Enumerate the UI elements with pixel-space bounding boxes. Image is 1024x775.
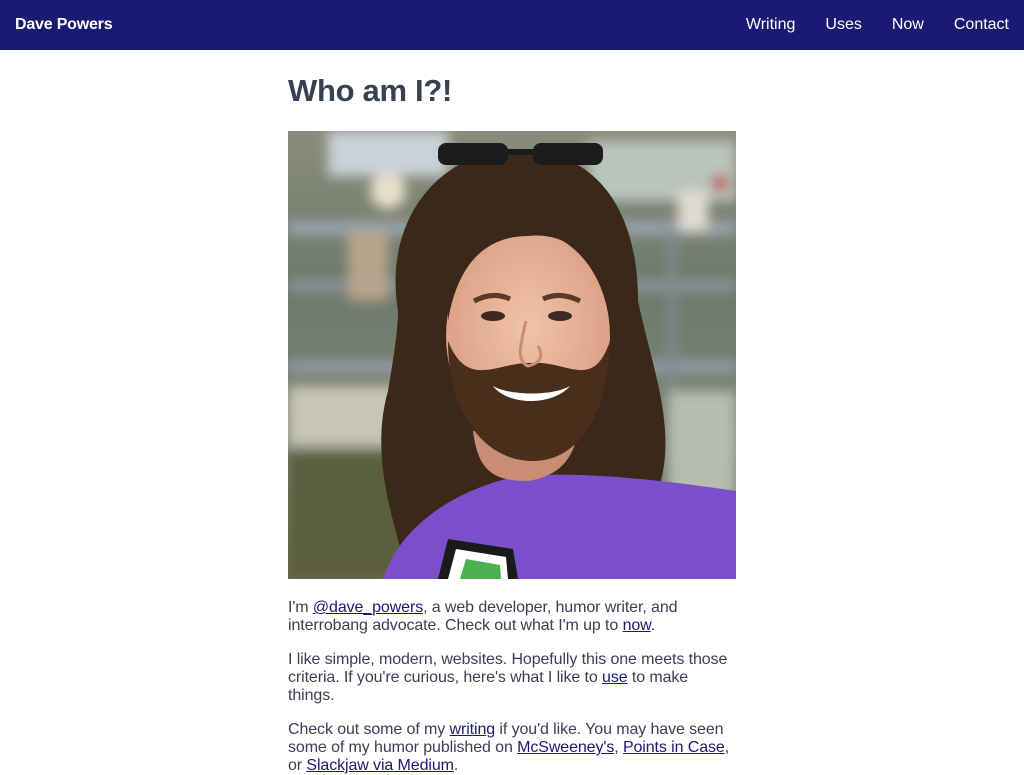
top-navbar: Dave Powers Writing Uses Now Contact [0, 0, 1024, 50]
websites-paragraph: I like simple, modern, websites. Hopeful… [288, 651, 736, 705]
site-brand-link[interactable]: Dave Powers [15, 16, 113, 34]
intro-paragraph: I'm @dave_powers, a web developer, humor… [288, 599, 736, 635]
writing-text: , [614, 739, 623, 756]
nav-link-now[interactable]: Now [892, 16, 924, 34]
nav-link-uses[interactable]: Uses [825, 16, 861, 34]
twitter-handle-link[interactable]: @dave_powers [313, 599, 423, 616]
main-content: Who am I?! I'm @dave_powers, a web devel… [288, 50, 736, 775]
intro-text: . [650, 617, 656, 634]
slackjaw-medium-link[interactable]: Slackjaw via Medium [306, 757, 454, 774]
writing-paragraph: Check out some of my writing if you'd li… [288, 721, 736, 775]
nav-link-writing[interactable]: Writing [746, 16, 796, 34]
points-in-case-link[interactable]: Points in Case [623, 739, 725, 756]
nav-links: Writing Uses Now Contact [716, 16, 1009, 34]
now-link[interactable]: now [623, 617, 651, 634]
profile-photo [288, 131, 736, 579]
page-title: Who am I?! [288, 73, 453, 108]
intro-text: I'm [288, 599, 313, 616]
use-link[interactable]: use [602, 669, 628, 686]
writing-text: . [453, 757, 459, 774]
nav-link-contact[interactable]: Contact [954, 16, 1009, 34]
writing-link[interactable]: writing [450, 721, 496, 738]
mcsweeneys-link[interactable]: McSweeney's [517, 739, 614, 756]
writing-text: Check out some of my [288, 721, 450, 738]
